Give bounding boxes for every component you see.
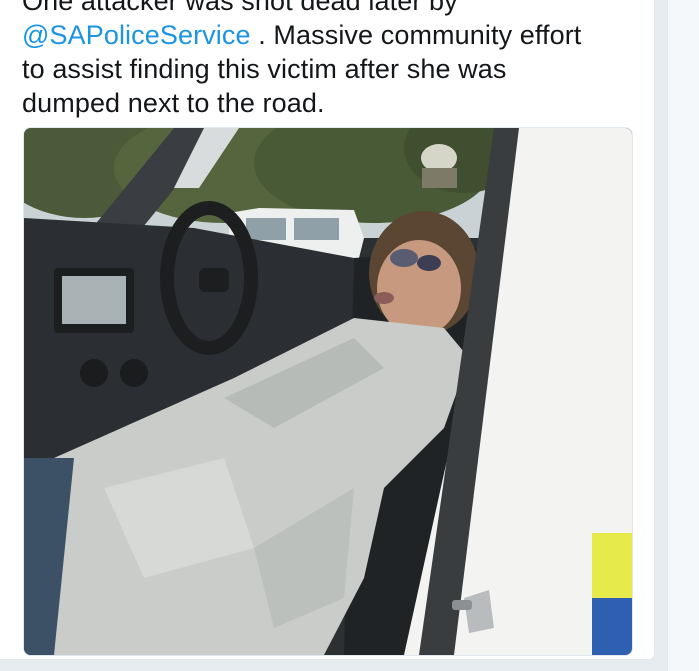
right-gutter (655, 0, 699, 671)
tweet-text-line-4: dumped next to the road. (22, 88, 325, 118)
tweet-text-line-1: One attacker was shot dead later by (22, 0, 458, 16)
tweet-text-line-3: to assist finding this victim after she … (22, 54, 507, 84)
tweet-photo[interactable] (23, 127, 633, 656)
tweet-text-line-2-rest: . Massive community effort (250, 20, 582, 50)
tweet-card: One attacker was shot dead later by @SAP… (0, 0, 655, 660)
photo-image (24, 128, 632, 655)
mention-link[interactable]: @SAPoliceService (22, 20, 251, 50)
side-panel (667, 0, 699, 671)
tweet-text: One attacker was shot dead later by @SAP… (22, 0, 637, 120)
tweet-text-line-2: @SAPoliceService . Massive community eff… (22, 18, 637, 52)
